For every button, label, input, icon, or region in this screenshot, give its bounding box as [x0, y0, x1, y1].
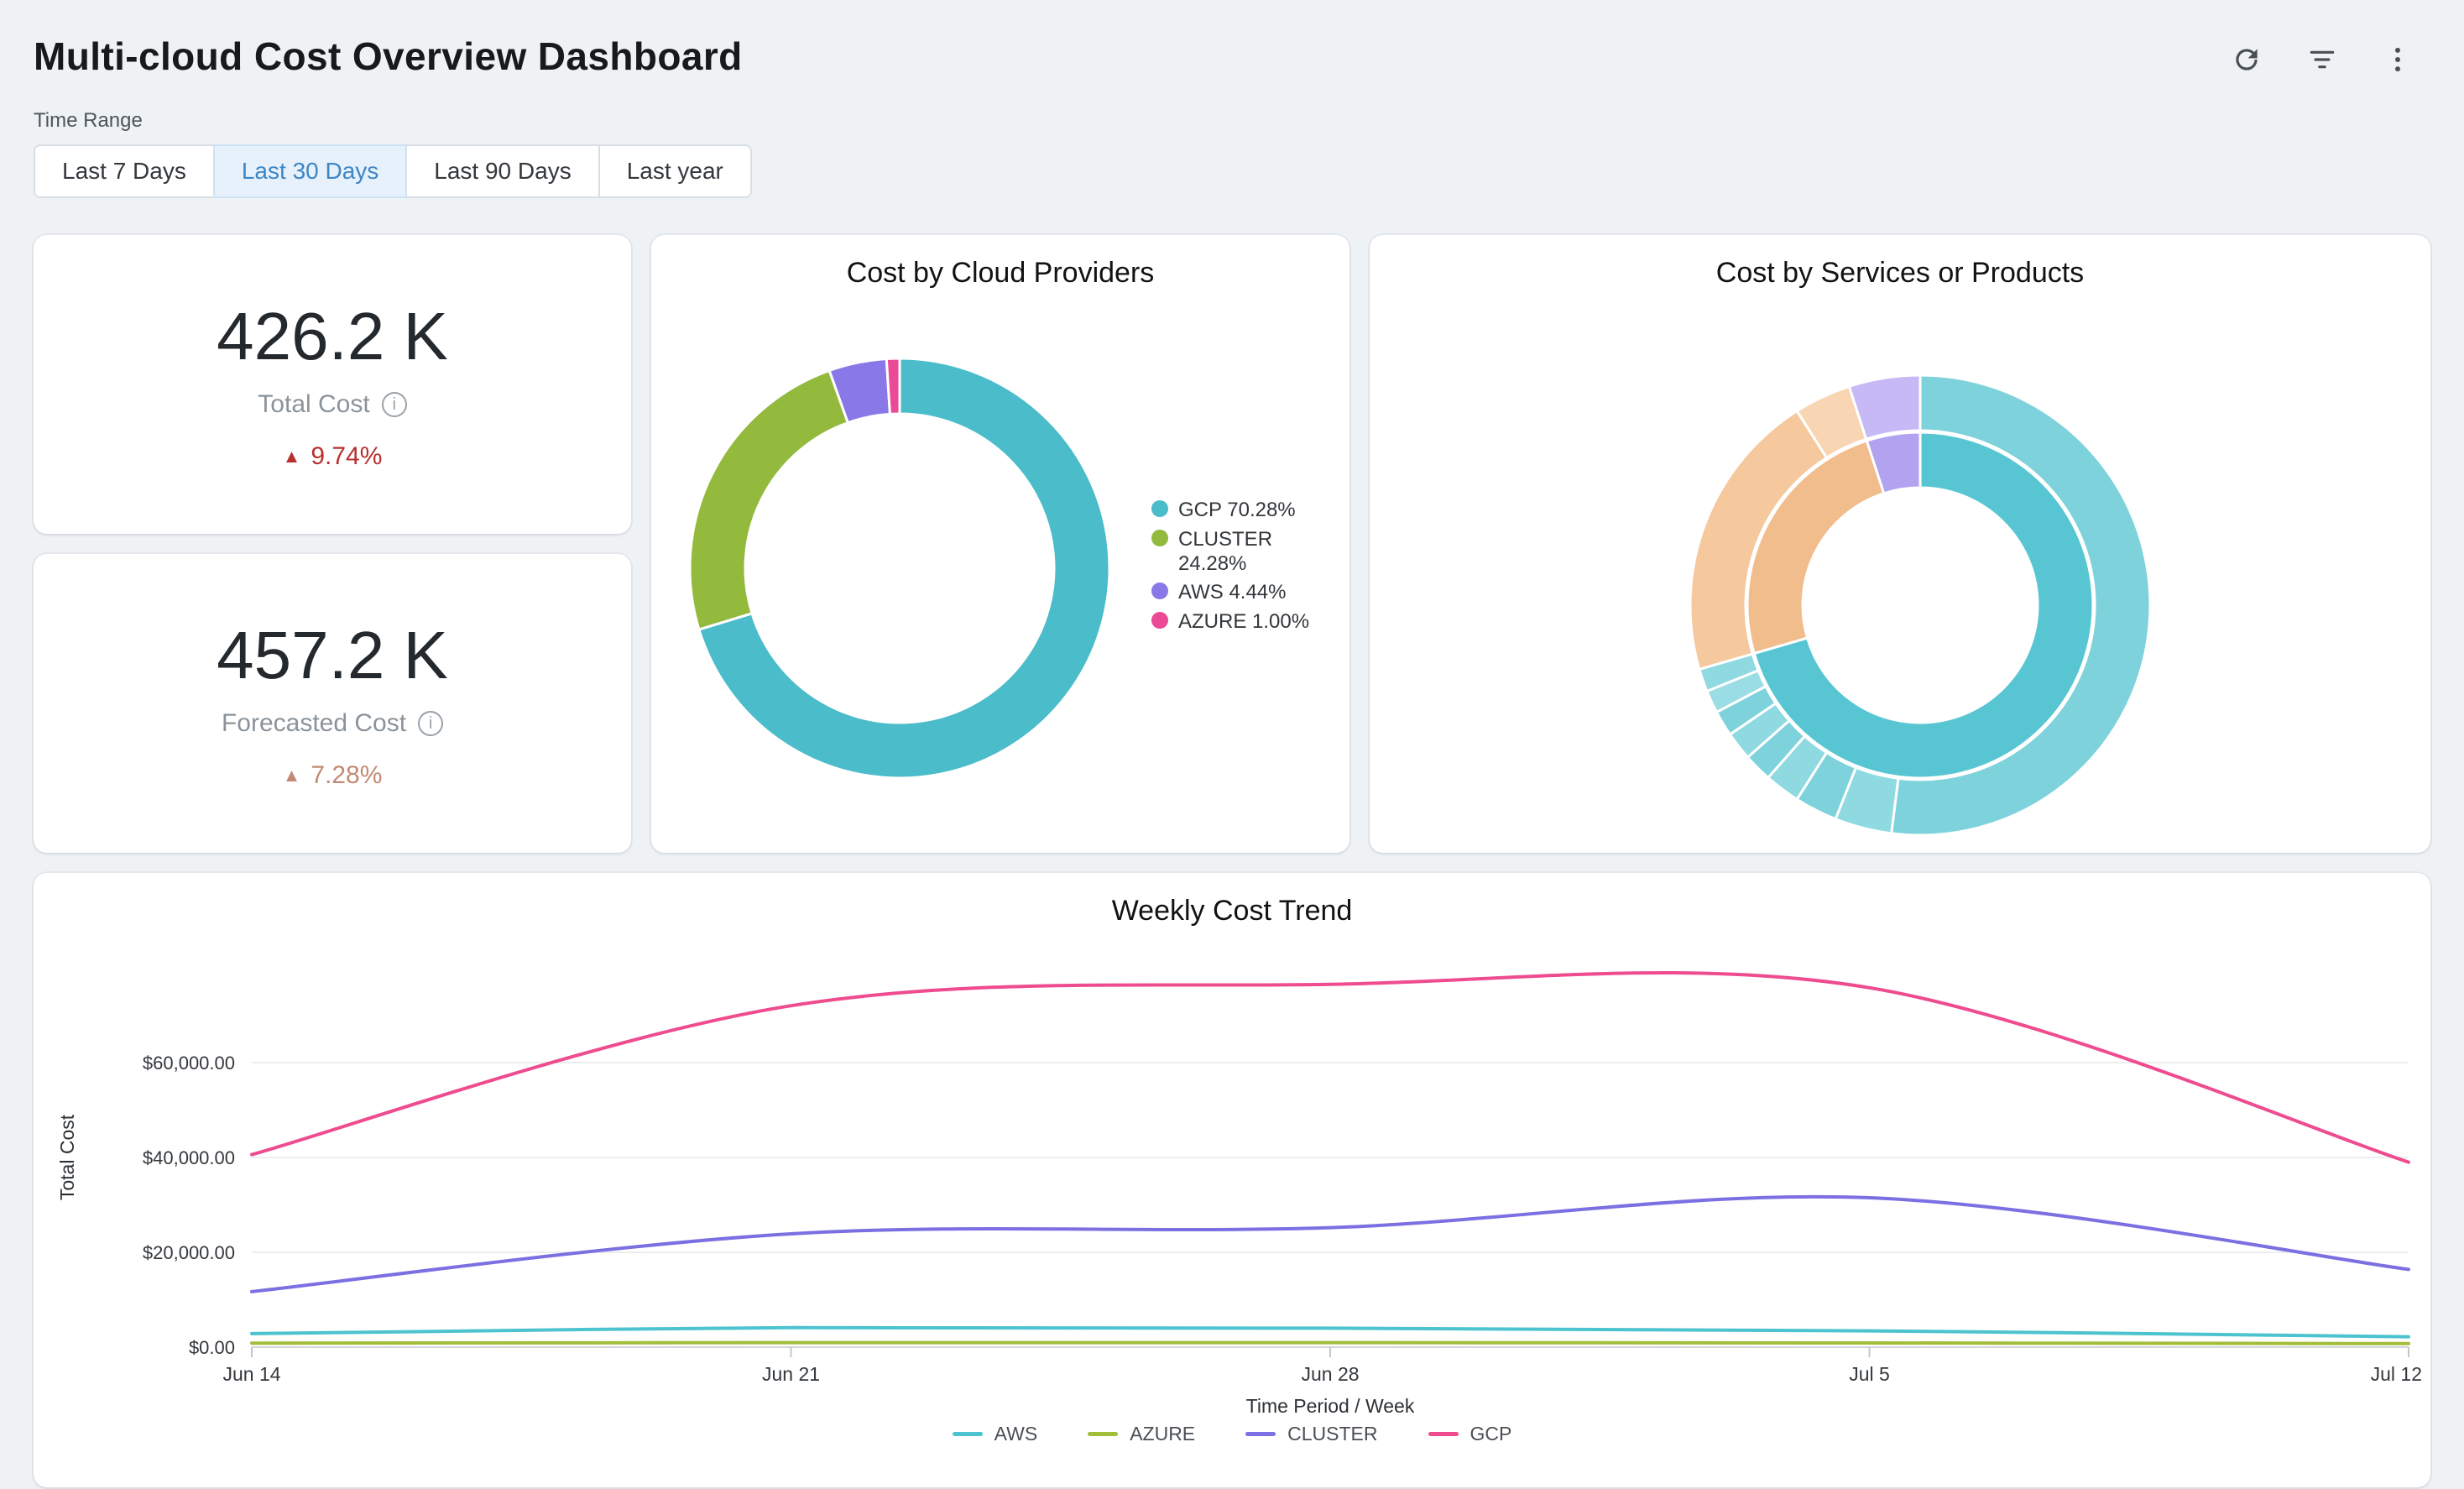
providers-chart-title: Cost by Cloud Providers	[651, 235, 1349, 290]
header: Multi-cloud Cost Overview Dashboard	[34, 30, 2430, 79]
header-actions	[2227, 30, 2430, 79]
triangle-up-icon: ▲	[283, 446, 301, 468]
time-range-button-last-year[interactable]: Last year	[598, 144, 752, 198]
x-tick-label: Jul 5	[1849, 1363, 1890, 1385]
weekly-trend-line-chart: $0.00 $20,000.00 $40,000.00 $60,000.00 Jun 1…	[34, 934, 2430, 1421]
refresh-button[interactable]	[2227, 40, 2266, 79]
kebab-menu-button[interactable]	[2378, 40, 2417, 79]
kpi-column: 426.2 K Total Cost i ▲ 9.74% 457.2 K For…	[34, 235, 631, 853]
forecasted-cost-delta-value: 7.28%	[311, 761, 382, 790]
time-range-button-last-30-days[interactable]: Last 30 Days	[213, 144, 407, 198]
line-legend-item-aws[interactable]: AWS	[953, 1423, 1038, 1445]
donut-segment[interactable]	[690, 370, 848, 630]
y-tick-label: $0.00	[189, 1337, 235, 1358]
services-sunburst-chart	[1370, 290, 2430, 844]
line-series-aws	[252, 1327, 2409, 1336]
donut-segment[interactable]	[886, 358, 900, 414]
legend-label: GCP	[1470, 1423, 1512, 1445]
triangle-up-icon: ▲	[283, 765, 301, 786]
refresh-icon	[2231, 44, 2263, 76]
legend-item-cluster[interactable]: CLUSTER 24.28%	[1151, 528, 1339, 577]
y-tick-label: $40,000.00	[143, 1147, 235, 1168]
legend-swatch	[1151, 583, 1168, 599]
y-axis-title: Total Cost	[56, 1114, 78, 1200]
kpi-and-pie-row: 426.2 K Total Cost i ▲ 9.74% 457.2 K For…	[34, 235, 2430, 853]
legend-item-aws[interactable]: AWS 4.44%	[1151, 581, 1339, 605]
legend-swatch	[1151, 530, 1168, 546]
legend-swatch	[953, 1432, 983, 1436]
legend-swatch	[1088, 1432, 1118, 1436]
total-cost-value: 426.2 K	[217, 298, 448, 375]
total-cost-card: 426.2 K Total Cost i ▲ 9.74%	[34, 235, 631, 534]
y-tick-label: $20,000.00	[143, 1242, 235, 1263]
x-tick-label: Jun 21	[762, 1363, 820, 1385]
filter-button[interactable]	[2303, 40, 2341, 79]
legend-label: CLUSTER 24.28%	[1178, 528, 1339, 577]
weekly-trend-card: Weekly Cost Trend $0.00 $20,000.00 $40,000…	[34, 873, 2430, 1487]
y-tick-label: $60,000.00	[143, 1053, 235, 1074]
x-axis-title: Time Period / Week	[1246, 1395, 1415, 1417]
time-range-button-last-90-days[interactable]: Last 90 Days	[405, 144, 599, 198]
legend-swatch	[1151, 500, 1168, 517]
info-icon[interactable]: i	[382, 392, 407, 417]
services-chart-title: Cost by Services or Products	[1370, 235, 2430, 290]
legend-swatch	[1151, 612, 1168, 629]
dashboard-page: Multi-cloud Cost Overview Dashboard	[0, 0, 2464, 1489]
info-icon[interactable]: i	[418, 711, 443, 736]
forecasted-cost-value: 457.2 K	[217, 617, 448, 694]
legend-label: AZURE	[1130, 1423, 1195, 1445]
total-cost-label-row: Total Cost i	[258, 390, 406, 419]
forecasted-cost-label: Forecasted Cost	[222, 709, 406, 738]
line-legend-item-azure[interactable]: AZURE	[1088, 1423, 1195, 1445]
forecasted-cost-delta: ▲ 7.28%	[283, 761, 383, 790]
forecasted-cost-card: 457.2 K Forecasted Cost i ▲ 7.28%	[34, 554, 631, 853]
time-range-label: Time Range	[34, 109, 2430, 133]
x-tick-label: Jun 14	[222, 1363, 280, 1385]
providers-donut-wrap: GCP 70.28% CLUSTER 24.28% AWS 4.44% AZURE 1…	[651, 290, 1349, 844]
line-series-gcp	[252, 973, 2409, 1162]
filter-icon	[2306, 44, 2338, 76]
time-range-button-group: Last 7 DaysLast 30 DaysLast 90 DaysLast …	[34, 144, 752, 198]
weekly-trend-title: Weekly Cost Trend	[34, 873, 2430, 927]
x-tick-label: Jul 12	[2371, 1363, 2422, 1385]
weekly-trend-legend: AWS AZURE CLUSTER GCP	[34, 1423, 2430, 1445]
line-series-cluster	[252, 1197, 2409, 1292]
providers-legend: GCP 70.28% CLUSTER 24.28% AWS 4.44% AZURE 1…	[1151, 499, 1339, 635]
total-cost-delta-value: 9.74%	[311, 442, 382, 471]
page-title: Multi-cloud Cost Overview Dashboard	[34, 30, 743, 79]
x-tick-label: Jun 28	[1301, 1363, 1359, 1385]
legend-item-azure[interactable]: AZURE 1.00%	[1151, 610, 1339, 635]
services-chart-card: Cost by Services or Products	[1370, 235, 2430, 853]
kebab-menu-icon	[2382, 44, 2414, 76]
total-cost-delta: ▲ 9.74%	[283, 442, 383, 471]
legend-label: GCP 70.28%	[1178, 499, 1296, 523]
line-legend-item-cluster[interactable]: CLUSTER	[1245, 1423, 1377, 1445]
legend-label: AWS 4.44%	[1178, 581, 1287, 605]
legend-label: AWS	[994, 1423, 1038, 1445]
line-series-azure	[252, 1343, 2409, 1344]
forecasted-cost-label-row: Forecasted Cost i	[222, 709, 443, 738]
legend-swatch	[1428, 1432, 1459, 1436]
line-legend-item-gcp[interactable]: GCP	[1428, 1423, 1512, 1445]
legend-swatch	[1245, 1432, 1276, 1436]
legend-item-gcp[interactable]: GCP 70.28%	[1151, 499, 1339, 523]
time-range-button-last-7-days[interactable]: Last 7 Days	[34, 144, 215, 198]
legend-label: CLUSTER	[1287, 1423, 1377, 1445]
providers-chart-card: Cost by Cloud Providers GCP 70.28% CLUSTE…	[651, 235, 1349, 853]
legend-label: AZURE 1.00%	[1178, 610, 1309, 635]
total-cost-label: Total Cost	[258, 390, 369, 419]
